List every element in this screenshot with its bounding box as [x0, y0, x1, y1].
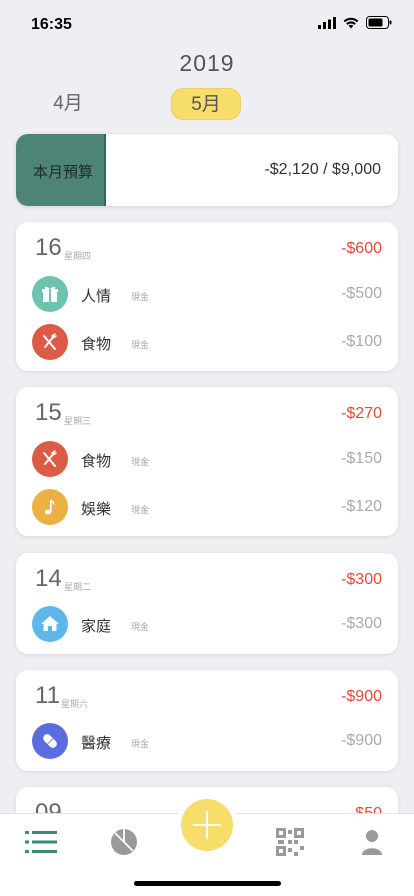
day-date: 16: [35, 234, 62, 261]
battery-icon: [366, 16, 392, 29]
pie-chart-icon: [111, 829, 137, 855]
status-icons: [318, 16, 392, 29]
day-date: 15: [35, 399, 62, 426]
tab-chart[interactable]: [108, 826, 140, 858]
day-card[interactable]: 11 星期六 -$900 醫療 現金 -$900: [16, 670, 398, 771]
list-item[interactable]: 娛樂 現金 -$120: [32, 489, 382, 525]
entry-category: 娛樂: [81, 501, 112, 518]
day-card[interactable]: 14 星期二 -$300 家庭 現金 -$300: [16, 553, 398, 654]
tab-list[interactable]: [25, 826, 57, 858]
entry-payment-method: 現金: [131, 505, 150, 515]
entry-payment-method: 現金: [131, 739, 150, 749]
gift-icon: [32, 276, 68, 312]
list-item[interactable]: 家庭 現金 -$300: [32, 606, 382, 642]
entry-category: 食物: [81, 453, 112, 470]
day-weekday: 星期六: [61, 699, 89, 709]
list-icon: [25, 831, 57, 853]
day-total: -$900: [341, 688, 382, 705]
signal-icon: [318, 16, 336, 29]
wifi-icon: [343, 17, 359, 28]
tab-prev-month[interactable]: 4月: [33, 88, 103, 120]
day-total: -$270: [341, 405, 382, 422]
qr-code-icon: [276, 828, 304, 856]
entry-payment-method: 現金: [131, 292, 150, 302]
list-item[interactable]: 食物 現金 -$150: [32, 441, 382, 477]
tab-qr-code[interactable]: [274, 826, 306, 858]
entry-amount: -$150: [341, 450, 382, 467]
entry-payment-method: 現金: [131, 457, 150, 467]
day-weekday: 星期二: [64, 582, 92, 592]
entry-category: 人情: [81, 288, 112, 305]
home-icon: [32, 606, 68, 642]
budget-amount: -$2,120 / $9,000: [264, 161, 381, 178]
entry-payment-method: 現金: [131, 340, 150, 350]
user-icon: [362, 830, 382, 855]
pill-icon: [32, 723, 68, 759]
entry-amount: -$120: [341, 498, 382, 515]
entry-category: 家庭: [81, 618, 112, 635]
entry-category: 醫療: [81, 735, 112, 752]
day-total: -$600: [341, 240, 382, 257]
entry-payment-method: 現金: [131, 622, 150, 632]
year-label: 2019: [179, 50, 235, 76]
list-item[interactable]: 食物 現金 -$100: [32, 324, 382, 360]
entry-amount: -$900: [341, 732, 382, 749]
entry-amount: -$100: [341, 333, 382, 350]
list-item[interactable]: 醫療 現金 -$900: [32, 723, 382, 759]
entry-amount: -$300: [341, 615, 382, 632]
day-total: -$300: [341, 571, 382, 588]
music-note-icon: [32, 489, 68, 525]
day-date: 14: [35, 565, 62, 592]
day-date: 11: [35, 682, 60, 709]
utensils-icon: [32, 441, 68, 477]
add-icon: [193, 811, 221, 839]
entry-category: 食物: [81, 336, 112, 353]
utensils-icon: [32, 324, 68, 360]
day-weekday: 星期三: [64, 416, 92, 426]
budget-card[interactable]: 本月預算 -$2,120 / $9,000: [16, 134, 398, 206]
day-card[interactable]: 16 星期四 -$600 人情 現金 -$500 食物 現金 -$100: [16, 222, 398, 371]
day-weekday: 星期四: [64, 251, 92, 261]
tab-current-month[interactable]: 5月: [171, 88, 241, 120]
entry-amount: -$500: [341, 285, 382, 302]
add-button[interactable]: [181, 799, 233, 851]
tab-profile[interactable]: [356, 826, 388, 858]
status-time: 16:35: [31, 16, 72, 33]
status-bar: 16:35: [0, 0, 414, 48]
home-indicator: [134, 881, 281, 886]
budget-label: 本月預算: [33, 164, 94, 181]
list-item[interactable]: 人情 現金 -$500: [32, 276, 382, 312]
day-card[interactable]: 15 星期三 -$270 食物 現金 -$150 娛樂 現金 -$120: [16, 387, 398, 536]
